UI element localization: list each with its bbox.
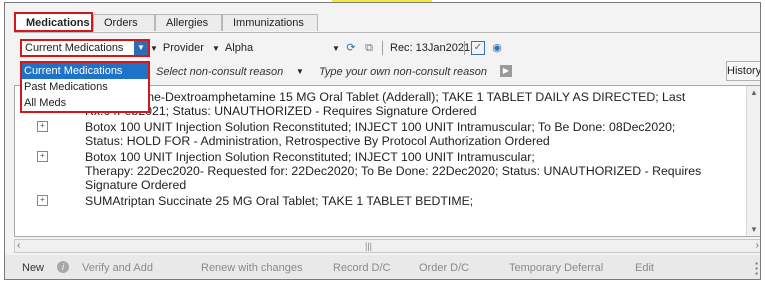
- medication-line: Signature Ordered: [85, 178, 187, 192]
- expand-icon[interactable]: +: [37, 151, 48, 162]
- provider-label: Provider: [162, 42, 204, 54]
- dropdown-option-past[interactable]: Past Medications: [22, 79, 148, 95]
- alpha-sort[interactable]: ▼ Alpha: [212, 42, 253, 54]
- non-consult-reason-input[interactable]: Type your own non-consult reason: [319, 63, 487, 81]
- medication-line: Botox 100 UNIT Injection Solution Recons…: [85, 120, 676, 134]
- record-dc-button[interactable]: Record D/C: [333, 262, 390, 274]
- provider-sort[interactable]: ▼ Provider: [150, 42, 204, 54]
- info-icon[interactable]: i: [57, 261, 69, 273]
- reason-dropdown[interactable]: ▼: [296, 65, 309, 77]
- chevron-left-icon[interactable]: ‹: [17, 240, 20, 252]
- edit-button[interactable]: Edit: [635, 262, 654, 274]
- medication-panel: Medications Orders Allergies Immunizatio…: [4, 2, 761, 280]
- toolbar-separator: [382, 41, 383, 55]
- tab-medications[interactable]: Medications: [14, 12, 93, 32]
- horizontal-scrollbar[interactable]: ‹ ||| ›: [14, 239, 760, 253]
- copy-icon[interactable]: ⧉: [362, 41, 376, 55]
- filter-toolbar: Current Medications ▼ ▼ Provider ▼ Alpha ▼…: [14, 37, 760, 59]
- chevron-right-icon[interactable]: ›: [756, 240, 759, 252]
- history-button[interactable]: History: [726, 61, 760, 81]
- action-bar: New i Verify and Add Renew with changes …: [5, 255, 760, 279]
- chevron-down-icon: ▼: [332, 44, 340, 53]
- non-consult-reason-select[interactable]: Select non-consult reason: [156, 63, 283, 81]
- toolbar-separator: [464, 41, 465, 55]
- reason-apply-icon[interactable]: ▶: [500, 65, 512, 77]
- new-button[interactable]: New: [22, 262, 44, 274]
- list-circle-icon[interactable]: ◉: [490, 41, 504, 55]
- verify-and-add-button[interactable]: Verify and Add: [82, 262, 153, 274]
- chevron-down-icon[interactable]: ▼: [747, 225, 760, 234]
- medication-line: Rx:04Feb2021; Status: UNAUTHORIZED - Req…: [85, 104, 477, 118]
- temporary-deferral-button[interactable]: Temporary Deferral: [509, 262, 603, 274]
- expand-icon[interactable]: +: [37, 121, 48, 132]
- chevron-up-icon[interactable]: ▲: [747, 88, 760, 97]
- medication-filter-dropdown: Current Medications Past Medications All…: [20, 61, 150, 113]
- expand-icon[interactable]: +: [37, 195, 48, 206]
- medication-line: Therapy: 22Dec2020- Requested for: 22Dec…: [85, 164, 702, 178]
- secondary-dropdown[interactable]: ▼: [332, 42, 345, 54]
- tab-divider: [14, 32, 760, 33]
- medication-filter-value: Current Medications: [25, 42, 124, 54]
- scroll-grip-icon[interactable]: |||: [365, 240, 372, 252]
- medication-line: SUMAtriptan Succinate 25 MG Oral Tablet;…: [85, 194, 474, 208]
- order-dc-button[interactable]: Order D/C: [419, 262, 469, 274]
- tab-immunizations[interactable]: Immunizations: [222, 14, 318, 31]
- reconciliation-date: Rec: 13Jan2021: [390, 42, 471, 54]
- resize-grip-icon[interactable]: ▪ ▪ ▪: [755, 260, 758, 278]
- chevron-down-icon[interactable]: ▼: [134, 41, 148, 55]
- medication-line: Botox 100 UNIT Injection Solution Recons…: [85, 150, 535, 164]
- dropdown-option-current[interactable]: Current Medications: [22, 63, 148, 79]
- renew-with-changes-button[interactable]: Renew with changes: [201, 262, 303, 274]
- check-icon[interactable]: ✓: [471, 41, 485, 55]
- alpha-label: Alpha: [224, 42, 254, 54]
- chevron-down-icon: ▼: [296, 67, 304, 76]
- tab-allergies[interactable]: Allergies: [155, 14, 222, 31]
- vertical-scrollbar[interactable]: ▲ ▼: [746, 86, 760, 236]
- medication-filter-select[interactable]: Current Medications ▼: [20, 39, 150, 57]
- chevron-down-icon: ▼: [150, 44, 158, 53]
- chevron-down-icon: ▼: [212, 44, 220, 53]
- tab-orders[interactable]: Orders: [93, 14, 155, 31]
- dropdown-option-all[interactable]: All Meds: [22, 95, 148, 111]
- medication-line: Status: HOLD FOR - Administration, Retro…: [85, 134, 550, 148]
- medication-line: Amphetamine-Dextroamphetamine 15 MG Oral…: [85, 90, 686, 104]
- refresh-icon[interactable]: ⟳: [344, 41, 358, 55]
